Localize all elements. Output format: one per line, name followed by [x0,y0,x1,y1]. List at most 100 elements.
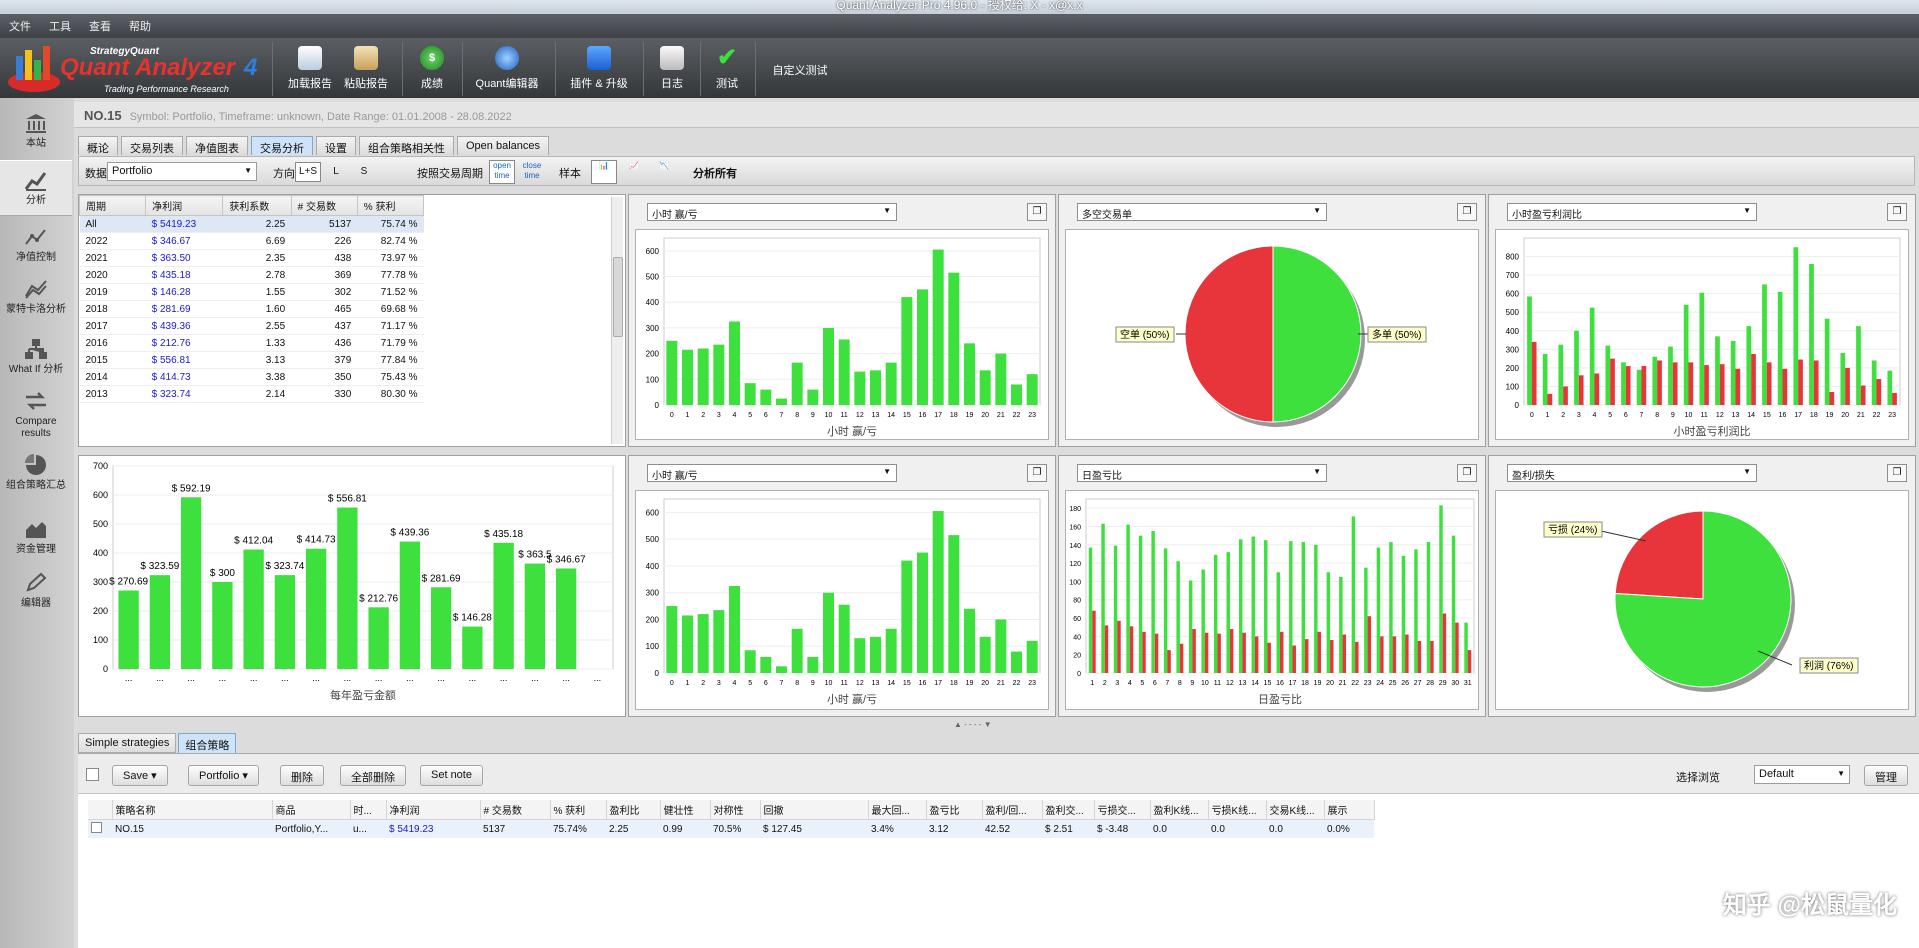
column-header[interactable]: 亏损K线... [1208,800,1267,820]
column-header[interactable]: 净利润 [145,195,224,216]
sidebar-item-portfolio-summary[interactable]: 组合策略汇总 [0,454,72,492]
column-header[interactable]: 盈利/回... [982,800,1043,820]
table-row[interactable]: 2019 $ 146.28 1.55 302 71.52 % [79,283,424,301]
column-header[interactable]: 盈利交... [1042,800,1095,820]
table-row[interactable]: All $ 5419.23 2.25 5137 75.74 % [79,215,424,233]
maximize-icon[interactable]: ❐ [1027,203,1047,221]
delete-all-button[interactable]: 全部删除 [340,765,406,786]
table-row[interactable]: 2013 $ 323.74 2.14 330 80.30 % [79,385,424,403]
column-header[interactable]: % 获利 [550,800,607,820]
column-header[interactable]: 展示 [1324,800,1375,820]
column-header[interactable]: 盈利K线... [1150,800,1209,820]
paste-report-button[interactable]: 粘贴报告 [340,42,392,96]
column-header[interactable]: 健壮性 [660,800,711,820]
open-time-button[interactable]: open time [489,160,515,184]
custom-test-button[interactable]: 自定义测试 [765,62,835,82]
vertical-scrollbar[interactable] [611,197,623,444]
sidebar-item-analysis[interactable]: 分析 [0,160,72,216]
load-report-button[interactable]: 加载报告 [285,42,335,96]
chart-type-select[interactable]: 日盈亏比 ▼ [1077,464,1327,482]
sidebar-item-monte-carlo[interactable]: 蒙特卡洛分析 [0,278,72,316]
row-checkbox-cell[interactable] [88,819,112,838]
column-header[interactable]: 亏损交... [1094,800,1151,820]
delete-button[interactable]: 删除 [280,765,324,786]
view-select[interactable]: Default ▼ [1754,765,1850,784]
tab-trade-list[interactable]: 交易列表 [121,136,183,155]
column-header[interactable]: 净利润 [386,800,481,820]
sample-oos-icon[interactable]: 📉 [651,160,677,184]
select-all-checkbox[interactable] [86,768,99,781]
chart-type-select[interactable]: 多空交易单 ▼ [1077,203,1327,221]
sidebar-item-money-management[interactable]: 资金管理 [0,518,72,556]
column-header[interactable]: 策略名称 [112,800,273,820]
tab-correlation[interactable]: 组合策略相关性 [359,136,454,155]
table-row[interactable]: 2020 $ 435.18 2.78 369 77.78 % [79,266,424,284]
table-row[interactable]: 2016 $ 212.76 1.33 436 71.79 % [79,334,424,352]
tab-overview[interactable]: 概论 [78,136,118,155]
tab-settings[interactable]: 设置 [316,136,356,155]
menu-file[interactable]: 文件 [0,14,40,38]
menu-view[interactable]: 查看 [80,14,120,38]
sidebar-item-compare-results[interactable]: Compare results [0,390,72,440]
direction-short[interactable]: S [351,162,377,182]
close-time-button[interactable]: close time [519,160,545,184]
tab-trade-analysis[interactable]: 交易分析 [251,136,313,155]
manage-button[interactable]: 管理 [1864,765,1908,786]
table-row[interactable]: 2015 $ 556.81 3.13 379 77.84 % [79,351,424,369]
table-row[interactable]: 2021 $ 363.50 2.35 438 73.97 % [79,249,424,267]
chart-type-select[interactable]: 小时 赢/亏 ▼ [647,464,897,482]
column-header[interactable]: 商品 [272,800,351,820]
column-header[interactable]: # 交易数 [290,195,358,216]
column-header[interactable]: # 交易数 [480,800,551,820]
maximize-icon[interactable]: ❐ [1457,464,1477,482]
column-header[interactable]: 盈利比 [606,800,661,820]
menu-help[interactable]: 帮助 [120,14,160,38]
sidebar-item-editor[interactable]: 编辑器 [0,572,72,610]
menu-tools[interactable]: 工具 [40,14,80,38]
column-header[interactable]: 交易K线... [1266,800,1325,820]
tab-equity-chart[interactable]: 净值图表 [186,136,248,155]
maximize-icon[interactable]: ❐ [1027,464,1047,482]
column-header[interactable]: 对称性 [710,800,761,820]
sidebar-item-equity-control[interactable]: 净值控制 [0,226,72,264]
direction-long[interactable]: L [323,162,349,182]
chart-type-select[interactable]: 盈利/损失 ▼ [1507,464,1757,482]
tab-simple-strategies[interactable]: Simple strategies [78,733,177,753]
column-header[interactable]: 回撤 [760,800,869,820]
sample-all-icon[interactable]: 📊 [591,160,617,184]
row-checkbox[interactable] [91,822,102,833]
sample-is-icon[interactable]: 📈 [621,160,647,184]
table-row[interactable]: 2017 $ 439.36 2.55 437 71.17 % [79,317,424,335]
column-header[interactable]: 时... [350,800,387,820]
table-row[interactable]: 2018 $ 281.69 1.60 465 69.68 % [79,300,424,318]
test-button[interactable]: ✔ 测试 [707,42,747,96]
column-header[interactable]: % 获利 [356,195,425,216]
scrollbar-thumb[interactable] [613,257,623,337]
log-button[interactable]: 日志 [652,42,692,96]
portfolio-button[interactable]: Portfolio ▾ [188,765,259,786]
maximize-icon[interactable]: ❐ [1457,203,1477,221]
set-note-button[interactable]: Set note [420,765,483,786]
tab-open-balances[interactable]: Open balances [457,136,549,155]
direction-long-short[interactable]: L+S [295,162,321,182]
chart-type-select[interactable]: 小时盈亏利润比 ▼ [1507,203,1757,221]
maximize-icon[interactable]: ❐ [1887,464,1907,482]
sidebar-item-home[interactable]: 本站 [0,112,72,150]
column-header[interactable]: 周期 [78,195,147,216]
quant-editor-button[interactable]: Quant编辑器 [472,42,542,96]
plugins-upgrade-button[interactable]: 插件 & 升级 [565,42,633,96]
table-row[interactable]: NO.15 Portfolio,Y... u... $ 5419.23 5137 75.7… [88,819,1374,838]
column-header[interactable]: 获利系数 [222,195,292,216]
x-tick-label: ... [312,673,320,683]
data-select[interactable]: Portfolio ▼ [107,162,257,181]
splitter-handle[interactable]: ▲ - - - - ▼ [954,720,992,729]
table-row[interactable]: 2014 $ 414.73 3.38 350 75.43 % [79,368,424,386]
chart-type-select[interactable]: 小时 赢/亏 ▼ [647,203,897,221]
column-header[interactable]: 最大回... [868,800,927,820]
save-button[interactable]: Save ▾ [112,765,168,786]
results-button[interactable]: $ 成绩 [412,42,452,96]
table-row[interactable]: 2022 $ 346.67 6.69 226 82.74 % [79,232,424,250]
sidebar-item-what-if[interactable]: What If 分析 [0,338,72,376]
maximize-icon[interactable]: ❐ [1887,203,1907,221]
column-header[interactable]: 盈亏比 [926,800,983,820]
